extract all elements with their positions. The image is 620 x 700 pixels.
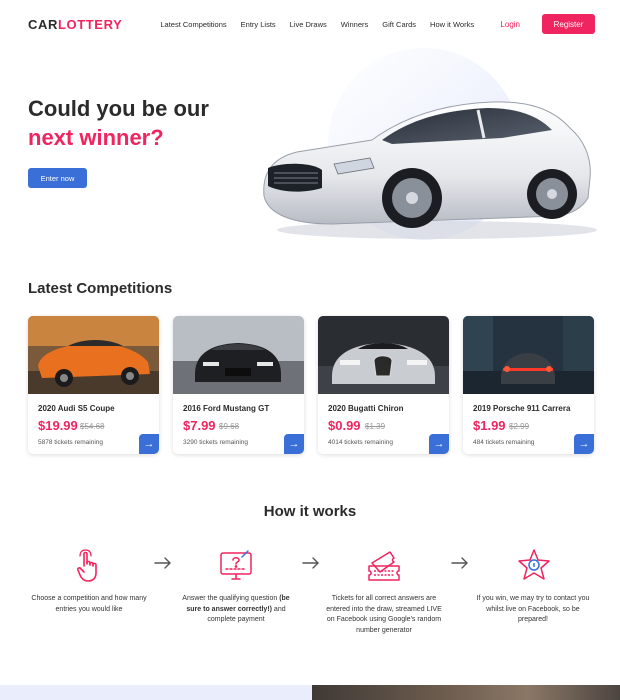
arrow-right-icon[interactable]: → (429, 434, 449, 454)
card-old-price: $1.39 (365, 422, 386, 431)
nav-latest-competitions[interactable]: Latest Competitions (160, 20, 226, 29)
bugatti-car-image (318, 316, 449, 394)
latest-competitions-title: Latest Competitions (28, 280, 173, 297)
card-title: 2020 Audi S5 Coupe (38, 404, 115, 413)
mustang-car-image (173, 316, 304, 394)
next-section-image (312, 685, 620, 700)
arrow-right-icon (451, 557, 468, 569)
arrow-right-icon[interactable]: → (574, 434, 594, 454)
tickets-icon (368, 551, 400, 581)
step-1-text: Choose a competition and how many entrie… (31, 595, 147, 613)
nav-winners[interactable]: Winners (341, 20, 369, 29)
hero-section: Could you be our next winner? Enter now (0, 48, 620, 258)
main-nav: Latest Competitions Entry Lists Live Dra… (160, 20, 474, 29)
step-4-text: If you win, we may try to contact you wh… (476, 595, 590, 623)
step-2-text: Answer the qualifying question (be sure … (182, 595, 290, 623)
audi-car-image (28, 316, 159, 394)
step-3-text: Tickets for all correct answers are ente… (326, 595, 442, 634)
arrow-right-icon[interactable]: → (284, 434, 304, 454)
hero-car-image (263, 101, 597, 239)
how-it-works-title: How it works (263, 503, 357, 520)
card-tickets-remaining: 3290 tickets remaining (183, 439, 249, 446)
card-price: $7.99 (183, 418, 216, 433)
card-tickets-remaining: 5878 tickets remaining (38, 439, 104, 446)
arrow-right-icon (302, 557, 319, 569)
arrow-right-icon[interactable]: → (139, 434, 159, 454)
card-price: $0.99 (328, 418, 361, 433)
competition-card-bugatti[interactable]: 2020 Bugatti Chiron $0.99 $1.39 4014 tic… (318, 316, 449, 454)
card-title: 2019 Porsche 911 Carrera (473, 404, 571, 413)
logo[interactable]: CARLOTTERY (28, 17, 122, 32)
porsche-car-image (463, 316, 594, 394)
card-title: 2016 Ford Mustang GT (183, 404, 270, 413)
enter-now-button[interactable]: Enter now (28, 168, 87, 188)
nav-entry-lists[interactable]: Entry Lists (241, 20, 276, 29)
competition-cards: 2020 Audi S5 Coupe $19.99 $54.68 5878 ti… (28, 316, 594, 454)
pointer-hand-icon (77, 549, 97, 582)
register-button[interactable]: Register (542, 14, 595, 34)
card-old-price: $2.99 (509, 422, 530, 431)
card-tickets-remaining: 4014 tickets remaining (328, 439, 394, 446)
card-old-price: $9.68 (219, 422, 240, 431)
prize-star-icon (518, 549, 550, 580)
login-link[interactable]: Login (500, 20, 520, 29)
nav-how-it-works[interactable]: How it Works (430, 20, 474, 29)
card-old-price: $54.68 (80, 422, 105, 431)
next-section-background (0, 685, 312, 700)
nav-gift-cards[interactable]: Gift Cards (382, 20, 416, 29)
arrow-right-icon (154, 557, 171, 569)
card-title: 2020 Bugatti Chiron (328, 404, 404, 413)
hero-title: Could you be our next winner? (28, 96, 209, 150)
card-price: $19.99 (38, 418, 78, 433)
competition-card-audi[interactable]: 2020 Audi S5 Coupe $19.99 $54.68 5878 ti… (28, 316, 159, 454)
competition-card-mustang[interactable]: 2016 Ford Mustang GT $7.99 $9.68 3290 ti… (173, 316, 304, 454)
card-price: $1.99 (473, 418, 506, 433)
competition-card-porsche[interactable]: 2019 Porsche 911 Carrera $1.99 $2.99 484… (463, 316, 594, 454)
nav-live-draws[interactable]: Live Draws (290, 20, 327, 29)
site-header: CARLOTTERY Latest Competitions Entry Lis… (0, 0, 620, 48)
card-tickets-remaining: 484 tickets remaining (473, 439, 535, 446)
question-monitor-icon (220, 550, 252, 580)
